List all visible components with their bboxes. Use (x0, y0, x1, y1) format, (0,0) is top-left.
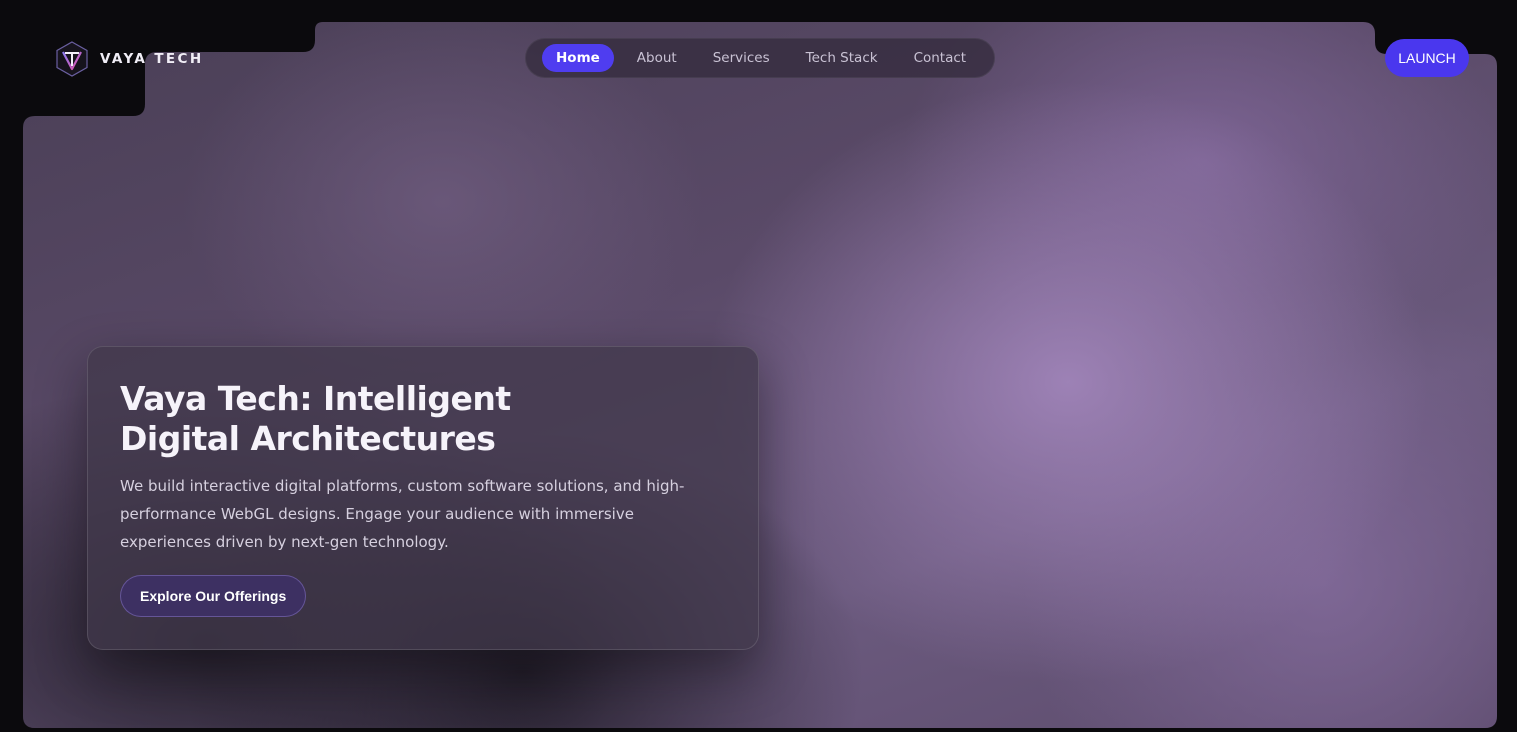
main-nav: Home About Services Tech Stack Contact (525, 38, 995, 78)
page: VAYA TECH Home About Services Tech Stack… (0, 0, 1517, 732)
hero-title-line1: Vaya Tech: Intelligent (120, 379, 511, 418)
hero-description: We build interactive digital platforms, … (120, 477, 685, 551)
nav-item-contact[interactable]: Contact (901, 44, 980, 72)
nav-item-services[interactable]: Services (700, 44, 783, 72)
launch-button[interactable]: LAUNCH (1385, 39, 1469, 77)
hero-card: Vaya Tech: Intelligent Digital Architect… (87, 346, 759, 650)
explore-offerings-button[interactable]: Explore Our Offerings (120, 575, 307, 617)
brand-logo[interactable]: VAYA TECH (54, 40, 204, 78)
nav-item-tech-stack[interactable]: Tech Stack (793, 44, 891, 72)
nav-item-about[interactable]: About (624, 44, 690, 72)
hero-title-line2: Digital Architectures (120, 419, 496, 458)
hexagon-t-logo-icon (56, 41, 88, 77)
brand-name: VAYA TECH (100, 51, 204, 67)
hero-title: Vaya Tech: Intelligent Digital Architect… (120, 379, 540, 459)
nav-item-home[interactable]: Home (542, 44, 614, 72)
